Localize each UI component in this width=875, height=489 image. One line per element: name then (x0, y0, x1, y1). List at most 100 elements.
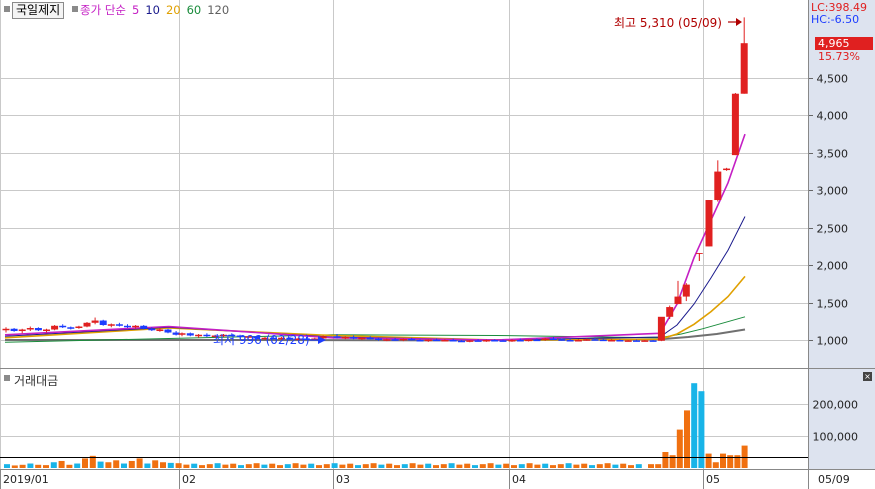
volume-bar (27, 463, 34, 468)
chart-window: 1,000 1,500 2,000 2,500 3,000 3,500 4,000 4,500… (0, 0, 875, 489)
volume-bar (518, 464, 525, 468)
volume-bar (573, 464, 580, 468)
volume-bar (58, 460, 65, 468)
candle-body (26, 328, 34, 330)
candle-body (474, 340, 482, 342)
candle-body (178, 333, 186, 335)
candle-body (740, 43, 748, 94)
candle-body (186, 333, 194, 336)
volume-bar (11, 465, 18, 468)
volume-bar (526, 463, 533, 468)
volume-bar (720, 453, 726, 468)
candle-body (375, 338, 382, 341)
volume-bar (370, 463, 377, 468)
candle-body (705, 200, 713, 247)
candle-body (408, 338, 416, 341)
volume-bar (144, 463, 151, 468)
candle-body (714, 171, 722, 201)
volume-bar (50, 462, 57, 468)
candle-body (541, 338, 549, 341)
candle-body (156, 329, 164, 332)
candle-body (616, 340, 624, 342)
indicator-square-icon[interactable] (72, 6, 78, 12)
volume-bar (199, 465, 205, 468)
volume-bar (503, 463, 510, 468)
candle-body (550, 338, 557, 341)
volume-bar (19, 464, 26, 468)
volume-bar (43, 465, 49, 468)
close-panel-icon[interactable]: × (863, 372, 872, 381)
ma-period-10: 10 (145, 3, 160, 17)
candle-body (91, 320, 99, 323)
menu-square-icon[interactable] (4, 6, 10, 12)
volume-bar (206, 464, 213, 468)
time-grid (0, 0, 704, 489)
volume-bar (308, 463, 315, 468)
volume-bar (66, 464, 73, 468)
candle-body (558, 339, 566, 341)
volume-bar (676, 429, 683, 468)
volume-bar (230, 463, 237, 468)
ma-period-5: 5 (131, 3, 140, 17)
volume-bar (589, 465, 595, 468)
volume-bar (261, 464, 268, 468)
volume-bar (347, 463, 354, 468)
time-tick-label: 03 (336, 473, 350, 486)
candle-body (350, 337, 358, 339)
volume-bar (316, 465, 322, 468)
ma-legend[interactable]: 종가 단순 5 10 20 60 120 (80, 3, 235, 17)
last-date-label: 05/09 (818, 473, 850, 486)
candle-body (731, 93, 739, 156)
candle-body (333, 336, 341, 338)
volume-bar (121, 463, 127, 468)
candle-body (148, 328, 156, 331)
ma10-line (4, 216, 746, 341)
high-price-label: 최고 5,310 (05/09) (613, 16, 722, 30)
volume-bar (284, 464, 291, 468)
ma-label: 종가 단순 (80, 3, 126, 17)
volume-bar (113, 460, 120, 468)
volume-bar (705, 453, 712, 468)
candle-body (633, 340, 640, 342)
high-arrow-head (736, 18, 742, 26)
volume-bar (581, 463, 588, 468)
volume-bar (612, 464, 619, 468)
candle-body (499, 340, 507, 342)
candle-body (641, 340, 649, 342)
candle-body (424, 339, 432, 342)
volume-bar (417, 464, 424, 468)
candle-body (391, 339, 399, 341)
candle-body (599, 339, 607, 342)
candle-body (566, 340, 574, 342)
volume-bar (82, 458, 88, 468)
volume-bar (662, 452, 669, 468)
volume-bar (97, 461, 104, 468)
candle-body (533, 339, 541, 342)
volume-menu-square-icon[interactable] (4, 375, 10, 381)
candle-body (115, 324, 123, 326)
candle-body (341, 337, 349, 339)
candle-body (449, 340, 457, 342)
volume-bar (440, 464, 447, 468)
volume-bar (604, 463, 611, 468)
price-grid (0, 78, 813, 437)
candle-body (574, 340, 582, 342)
axis-labels: 1,000 1,500 2,000 2,500 3,000 3,500 4,000 4,500… (3, 73, 858, 487)
price-tick-label: 3,500 (817, 148, 849, 161)
candle-body (18, 329, 26, 332)
volume-axis-panel (808, 369, 875, 469)
stock-name-box[interactable]: 국일제지 (12, 2, 65, 19)
volume-bar (136, 458, 143, 468)
volume-bar (401, 464, 408, 468)
candle-body (366, 337, 374, 340)
volume-bar (565, 463, 572, 468)
candle-body (458, 340, 465, 343)
current-price-badge: 4,965 (815, 37, 873, 50)
volume-bar (175, 463, 182, 468)
volume-bar (487, 463, 494, 468)
time-tick-label: 05 (706, 473, 720, 486)
candle-body (399, 338, 407, 341)
candle-body (416, 340, 424, 342)
candle-body (124, 325, 131, 328)
volume-bar (152, 460, 159, 468)
